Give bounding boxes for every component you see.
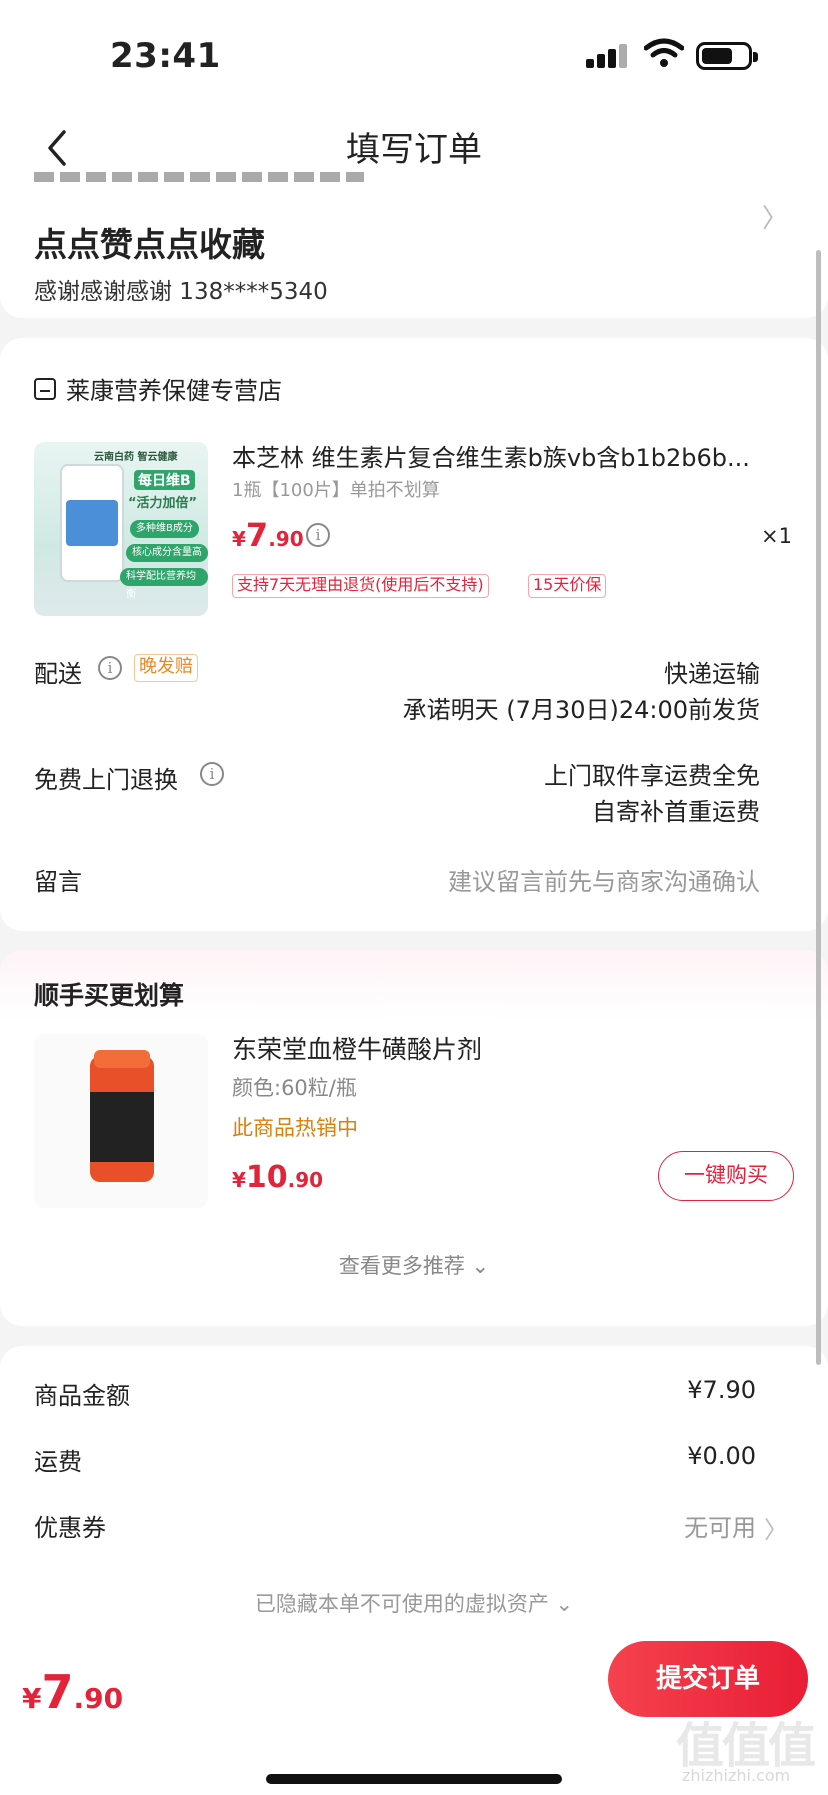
recommendation-title: 顺手买更划算 [34,981,185,1010]
shop-name: 莱康营养保健专营店 [66,377,282,405]
product-title[interactable]: 本芝林 维生素片复合维生素b族vb含b1b2b6b... [232,438,792,473]
return-policy-badge: 支持7天无理由退货(使用后不支持) [232,574,489,598]
address-detail-cut-text [34,172,364,182]
status-bar: 23:41 [0,0,828,110]
one-click-buy-button[interactable]: 一键购买 [658,1151,794,1201]
watermark-url: zhizhizhi.com [682,1766,791,1785]
coupon-row[interactable]: 优惠券 无可用 [34,1508,756,1543]
message-input[interactable]: 建议留言前先与商家沟通确认 [448,862,760,897]
bottle-shape [60,464,124,582]
shop-header[interactable]: 莱康营养保健专营店 [34,371,282,406]
recommendation-card: 顺手买更划算 东荣堂血橙牛磺酸片剂 颜色:60粒/瓶 此商品热销中 ¥10.90… [0,950,828,1326]
recipient-name: 点点赞点点收藏 [34,225,265,264]
goods-amount-row: 商品金额 ¥7.90 [34,1376,756,1411]
product-price-integer: 7 [245,516,269,554]
recommended-product-spec: 颜色:60粒/瓶 [232,1076,357,1100]
product-image-line4: 核心成分含量高 [126,544,208,562]
delivery-info-icon[interactable]: i [98,656,122,680]
return-self-ship-text: 自寄补首重运费 [592,798,760,826]
shipping-fee-row: 运费 ¥0.00 [34,1442,756,1477]
total-price-integer: 7 [41,1665,74,1719]
status-time: 23:41 [110,36,221,76]
recommended-product-hot: 此商品热销中 [232,1116,358,1140]
price-info-icon[interactable]: i [306,523,330,547]
return-pickup-text: 上门取件享运费全免 [544,762,760,790]
cellular-signal-icon [586,42,630,68]
recommended-price-integer: 10 [245,1160,288,1195]
price-summary-card: 商品金额 ¥7.90 运费 ¥0.00 优惠券 无可用 〉 已隐藏本单不可使用的… [0,1346,828,1656]
recommended-product-name[interactable]: 东荣堂血橙牛磺酸片剂 [232,1030,482,1066]
wifi-icon [644,38,684,67]
scrollbar[interactable] [816,250,821,1365]
return-info-icon[interactable]: i [200,762,224,786]
coupon-value: 无可用 [684,1514,756,1542]
product-price: ¥7.90 [232,516,304,554]
total-price-decimal: .90 [73,1682,124,1715]
product-image-line5: 科学配比营养均衡 [120,568,208,600]
coupon-label: 优惠券 [34,1514,106,1542]
goods-amount-label: 商品金额 [34,1382,130,1410]
store-icon [34,377,56,400]
product-sku[interactable]: 1瓶【100片】单拍不划算 [232,476,440,502]
page-title: 填写订单 [346,130,482,170]
shop-order-card: 莱康营养保健专营店 云南白药 智云健康 每日维B “活力加倍” 多种维B成分 核… [0,338,828,931]
shipping-fee-value: ¥0.00 [687,1442,756,1470]
recommended-product-image[interactable] [34,1034,208,1208]
product-price-currency: ¥ [232,527,246,551]
price-protect-badge: 15天价保 [528,574,607,598]
product-image-brand: 云南白药 智云健康 [94,452,178,463]
see-more-recommendations[interactable]: 查看更多推荐 ⌄ [0,1250,828,1280]
hidden-assets-toggle[interactable]: 已隐藏本单不可使用的虚拟资产 ⌄ [0,1588,828,1618]
chevron-right-icon: 〉 [761,204,788,234]
chevron-right-icon: 〉 [764,1516,788,1544]
product-quantity: ×1 [761,524,792,548]
free-return-label: 免费上门退换 [34,766,178,794]
late-compensation-tag: 晚发赔 [134,654,198,682]
product-image-line1: 每日维B [134,470,195,490]
address-card[interactable]: 点点赞点点收藏 感谢感谢感谢 138****5340 〉 [0,170,828,318]
goods-amount-value: ¥7.90 [687,1376,756,1404]
delivery-label: 配送 [34,660,82,688]
battery-icon [696,42,758,70]
product-image-line3: 多种维B成分 [130,520,199,538]
home-indicator[interactable] [266,1774,562,1784]
message-label: 留言 [34,868,82,896]
recommended-product-price: ¥10.90 [232,1160,323,1195]
product-image-line2: “活力加倍” [128,496,198,511]
shipping-fee-label: 运费 [34,1448,82,1476]
recipient-contact: 感谢感谢感谢 138****5340 [34,279,328,305]
recommended-price-decimal: .90 [287,1168,324,1192]
product-image[interactable]: 云南白药 智云健康 每日维B “活力加倍” 多种维B成分 核心成分含量高 科学配… [34,442,208,616]
total-price-currency: ¥ [22,1682,42,1715]
delivery-method: 快递运输 [664,660,760,688]
orange-bottle-shape [90,1050,154,1182]
total-price: ¥7.90 [22,1665,123,1719]
delivery-promise: 承诺明天 (7月30日)24:00前发货 [402,696,760,724]
recommended-price-currency: ¥ [232,1168,246,1192]
product-price-decimal: .90 [268,527,304,551]
